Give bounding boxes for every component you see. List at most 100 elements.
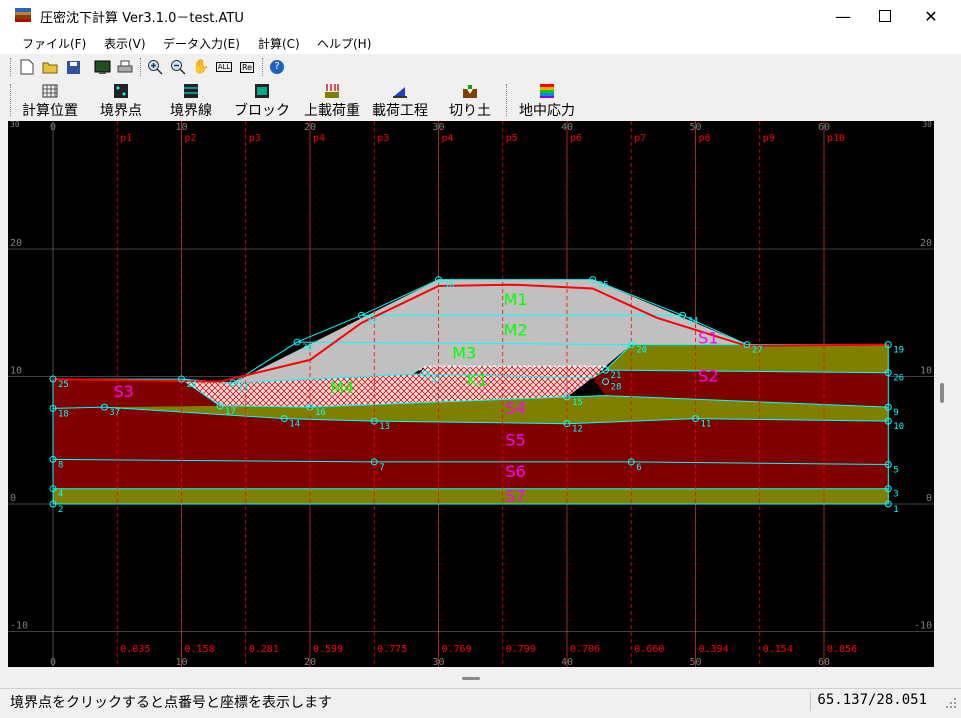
y-tick-label-right: 0 <box>926 493 932 504</box>
x-tick-label-bottom: 60 <box>818 657 830 667</box>
ground-stress-label: 地中応力 <box>519 103 575 119</box>
y-tick-label-left: 20 <box>10 238 22 249</box>
calc-position-label: 計算位置 <box>22 103 78 119</box>
csv-button[interactable] <box>93 58 111 76</box>
x-tick-label-top: 10 <box>175 122 187 133</box>
surcharge-button[interactable]: 上載荷重 <box>300 80 364 120</box>
y-tick-label-left: -10 <box>10 621 28 632</box>
x-tick-label-top: 60 <box>818 122 830 133</box>
corner-label-right: 30 <box>922 121 932 129</box>
boundary-point-number: 26 <box>893 374 904 384</box>
status-divider <box>810 691 811 711</box>
cut-icon <box>463 85 477 98</box>
help-button[interactable]: ? <box>268 58 286 76</box>
close-button[interactable]: ✕ <box>908 0 954 32</box>
boundary-point-number: 6 <box>636 463 641 473</box>
boundary-point-number: 24 <box>187 380 198 390</box>
x-tick-label-top: 50 <box>689 122 701 133</box>
open-icon <box>42 62 58 74</box>
settlement-value: 0.799 <box>506 644 536 655</box>
calc-position-label: p7 <box>634 133 646 144</box>
open-button[interactable] <box>41 58 59 76</box>
layer-label-m1: M1 <box>504 290 528 309</box>
boundary-line-button[interactable]: 境界線 <box>165 80 217 120</box>
cut-button[interactable]: 切り土 <box>444 80 496 120</box>
boundary-line-label: 境界線 <box>170 103 212 119</box>
boundary-point-number: 3 <box>893 490 898 500</box>
maximize-button[interactable] <box>862 0 908 32</box>
minimize-button[interactable]: — <box>820 0 866 32</box>
boundary-point-button[interactable]: 境界点 <box>95 80 147 120</box>
settlement-value: 0.775 <box>377 644 407 655</box>
calc-position-icon <box>42 84 58 98</box>
zoom-all-button[interactable]: ALL <box>215 58 233 76</box>
close-icon: ✕ <box>924 6 938 26</box>
boundary-point-number: 4 <box>58 490 63 500</box>
boundary-point-number: 10 <box>893 422 904 432</box>
y-tick-label-right: -10 <box>914 621 932 632</box>
boundary-point-number: 8 <box>58 460 63 470</box>
layer-s1 <box>605 344 889 373</box>
save-button[interactable] <box>64 58 82 76</box>
zoom-in-button[interactable] <box>146 58 164 76</box>
pan-button[interactable]: ✋ <box>192 58 210 76</box>
x-tick-label-top: 20 <box>304 122 316 133</box>
toolbar-separator <box>506 84 509 116</box>
boundary-point-number: 16 <box>315 408 326 418</box>
boundary-point-number: 36 <box>444 281 455 291</box>
splitter-handle[interactable] <box>462 677 480 680</box>
menu-calc[interactable]: 計算(C) <box>258 35 300 52</box>
print-button[interactable] <box>116 58 134 76</box>
calc-position-button[interactable]: 計算位置 <box>18 80 82 120</box>
menu-file[interactable]: ファイル(F) <box>22 35 86 52</box>
settlement-value: 0.706 <box>570 644 600 655</box>
menu-data-input[interactable]: データ入力(E) <box>163 35 240 52</box>
menu-view[interactable]: 表示(V) <box>104 35 146 52</box>
status-bar: 境界点をクリックすると点番号と座標を表示します 65.137/28.051 <box>0 688 961 713</box>
calc-position-label: p4 <box>313 133 325 144</box>
y-tick-label-right: 10 <box>920 366 932 377</box>
boundary-point-number: 27 <box>752 346 763 356</box>
boundary-point-number: 7 <box>379 463 384 473</box>
toolbar-standard: ✋ ALL Re ? <box>0 55 961 79</box>
layer-label-s1: S1 <box>698 328 718 347</box>
boundary-point-label: 境界点 <box>100 103 142 119</box>
corner-label-left: 30 <box>10 121 20 129</box>
toolbar-separator <box>262 58 265 76</box>
layer-s7 <box>53 488 889 504</box>
status-message: 境界点をクリックすると点番号と座標を表示します <box>10 695 332 711</box>
scroll-thumb[interactable] <box>940 383 944 403</box>
cross-section-drawing[interactable]: p1 0.035 p2 0.158 p3 0.281 p4 0.599 p3 0.775 p4 0.7… <box>8 120 934 668</box>
boundary-point-number: 21 <box>611 371 622 381</box>
x-tick-label-bottom: 50 <box>689 657 701 667</box>
boundary-point-number: 5 <box>893 465 898 475</box>
loading-process-icon <box>393 87 407 98</box>
menu-help[interactable]: ヘルプ(H) <box>317 35 371 52</box>
toolbar-input: 計算位置 境界点 境界線 ブロック 上載荷重 載荷工程 切り土 地中応力 <box>0 80 961 120</box>
section-canvas[interactable]: p1 0.035 p2 0.158 p3 0.281 p4 0.599 p3 0.775 p4 0.7… <box>8 120 934 668</box>
block-label: ブロック <box>234 103 290 119</box>
app-icon <box>15 8 31 22</box>
new-icon <box>20 59 34 75</box>
calc-position-label: p5 <box>506 133 518 144</box>
block-button[interactable]: ブロック <box>230 80 294 120</box>
ground-stress-button[interactable]: 地中応力 <box>514 80 580 120</box>
print-icon <box>117 60 133 72</box>
pane-splitter[interactable] <box>0 668 961 688</box>
new-button[interactable] <box>18 58 36 76</box>
calc-position-label: p4 <box>442 133 454 144</box>
vertical-scrollbar[interactable] <box>935 121 949 667</box>
layer-s6 <box>53 459 889 489</box>
boundary-point-number: 19 <box>893 346 904 356</box>
loading-process-button[interactable]: 載荷工程 <box>368 80 432 120</box>
redraw-button[interactable]: Re <box>238 58 256 76</box>
zoom-out-icon <box>171 60 186 75</box>
y-tick-label-left: 10 <box>10 366 22 377</box>
save-icon <box>66 60 80 74</box>
calc-position-label: p3 <box>249 133 261 144</box>
zoom-out-button[interactable] <box>169 58 187 76</box>
boundary-point-number: 34 <box>688 316 699 326</box>
resize-grip-icon <box>946 698 956 708</box>
calc-position-label: p6 <box>570 133 582 144</box>
layer-label-m4: M4 <box>330 378 354 397</box>
